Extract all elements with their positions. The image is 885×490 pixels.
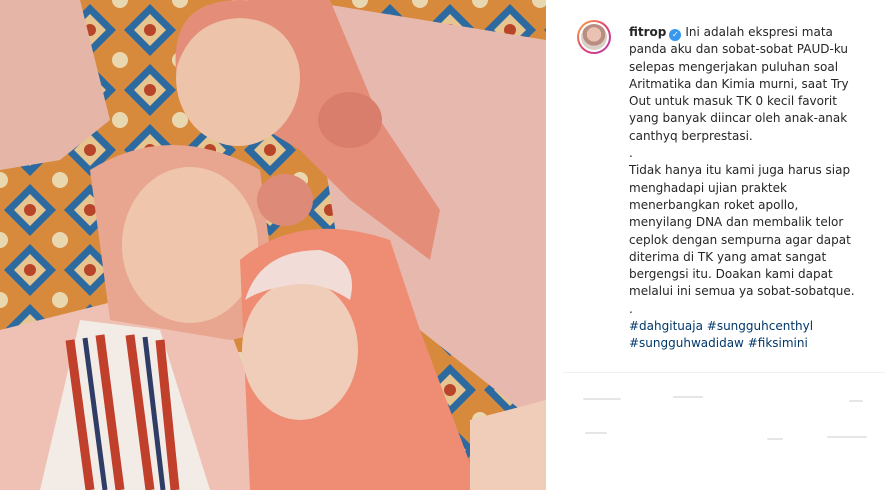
redacted-comments bbox=[577, 392, 877, 462]
avatar[interactable] bbox=[577, 20, 611, 54]
caption-line-text: Ini adalah ekspresi mata bbox=[685, 25, 833, 39]
redacted-mark bbox=[849, 400, 863, 402]
caption-text: fitrop ✓ Ini adalah ekspresi mata panda ak… bbox=[629, 24, 881, 353]
caption-line: menghadapi ujian praktek bbox=[629, 180, 787, 195]
avatar-image bbox=[581, 24, 607, 50]
caption-line: diterima di TK yang amat sangat bbox=[629, 249, 827, 264]
verified-badge-icon: ✓ bbox=[669, 29, 682, 41]
caption-line: panda aku dan sobat-sobat PAUD-ku bbox=[629, 42, 849, 57]
hashtag-link[interactable]: #sungguhcenthyl bbox=[707, 319, 813, 333]
hashtag-line: #dahgituaja #sungguhcenthyl bbox=[629, 318, 881, 335]
caption-line: selepas mengerjakan puluhan soal bbox=[629, 59, 839, 74]
caption-line: Out untuk masuk TK 0 kecil favorit bbox=[629, 94, 837, 109]
caption-line: bergengsi itu. Doakan kami dapat bbox=[629, 267, 833, 282]
redacted-mark bbox=[673, 396, 703, 398]
username-link[interactable]: fitrop bbox=[629, 25, 666, 39]
hashtag-link[interactable]: #fiksimini bbox=[748, 336, 808, 350]
redacted-mark bbox=[585, 432, 607, 434]
caption-line: ceplok dengan sempurna agar dapat bbox=[629, 232, 851, 247]
post-photo[interactable] bbox=[0, 0, 546, 490]
caption-line: Tidak hanya itu kami juga harus siap bbox=[629, 163, 851, 178]
caption-line: Aritmatika dan Kimia murni, saat Try bbox=[629, 76, 849, 91]
divider bbox=[563, 372, 885, 373]
caption-line: menyilang DNA dan membalik telor bbox=[629, 215, 844, 230]
caption-line: . bbox=[629, 146, 633, 161]
redacted-mark bbox=[827, 436, 867, 438]
post-photo-image bbox=[0, 0, 546, 490]
caption-area: fitrop ✓ Ini adalah ekspresi mata panda ak… bbox=[563, 0, 885, 372]
instagram-post: fitrop ✓ Ini adalah ekspresi mata panda ak… bbox=[0, 0, 885, 490]
avatar-ring bbox=[579, 22, 609, 52]
redacted-mark bbox=[583, 398, 621, 400]
caption-line: canthyq berprestasi. bbox=[629, 128, 753, 143]
hashtag-link[interactable]: #sungguhwadidaw bbox=[629, 336, 744, 350]
hashtag-line: #sungguhwadidaw #fiksimini bbox=[629, 335, 881, 352]
hashtag-link[interactable]: #dahgituaja bbox=[629, 319, 703, 333]
caption-line: . bbox=[629, 301, 633, 316]
caption-panel: fitrop ✓ Ini adalah ekspresi mata panda ak… bbox=[563, 0, 885, 490]
caption-line: menerbangkan roket apollo, bbox=[629, 197, 799, 212]
caption-line: yang banyak diincar oleh anak-anak bbox=[629, 111, 848, 126]
caption-line: melalui ini semua ya sobat-sobatque. bbox=[629, 284, 855, 299]
redacted-mark bbox=[767, 438, 783, 440]
caption-line-0: fitrop ✓ Ini adalah ekspresi mata bbox=[629, 24, 881, 41]
